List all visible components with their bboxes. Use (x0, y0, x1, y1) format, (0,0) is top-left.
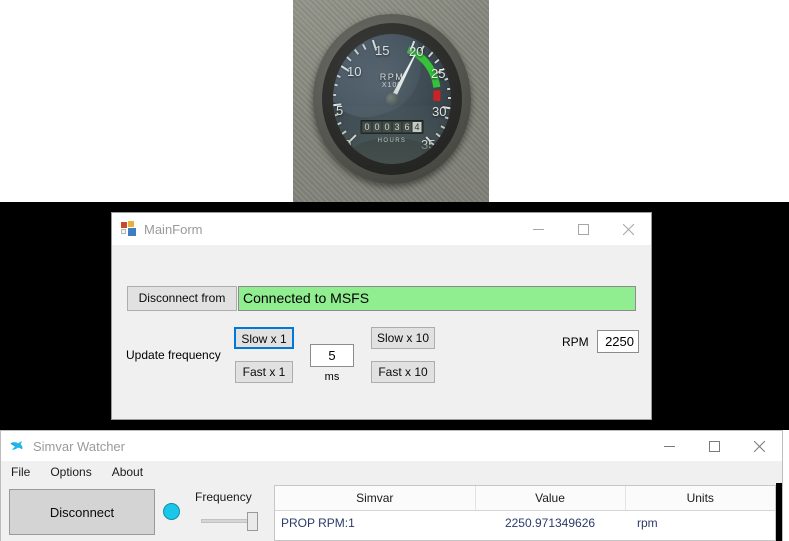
gauge-face: 0 5 10 15 20 25 30 35 RPM X100 0 0 0 (333, 34, 451, 164)
slow-x1-button[interactable]: Slow x 1 (234, 327, 294, 349)
disconnect-button[interactable]: Disconnect (9, 489, 155, 535)
gauge-bezel-outer: 0 5 10 15 20 25 30 35 RPM X100 0 0 0 (313, 14, 471, 184)
aircraft-tachometer-photo: 0 5 10 15 20 25 30 35 RPM X100 0 0 0 (293, 0, 489, 202)
frequency-label: Frequency (195, 490, 252, 504)
minimize-icon[interactable] (647, 431, 692, 461)
mainform-window: MainForm Disconnect from Connected to MS… (111, 212, 652, 420)
mainform-window-buttons (516, 213, 651, 245)
column-header-units[interactable]: Units (625, 486, 775, 511)
gauge-photo-area: 0 5 10 15 20 25 30 35 RPM X100 0 0 0 (0, 0, 789, 202)
cell-units: rpm (625, 511, 775, 536)
table-header-row: Simvar Value Units (275, 486, 775, 511)
minimize-icon[interactable] (516, 213, 561, 245)
fast-x1-button[interactable]: Fast x 1 (235, 361, 293, 383)
simvar-watcher-titlebar[interactable]: Simvar Watcher (1, 431, 782, 461)
menu-item-options[interactable]: Options (47, 464, 94, 480)
close-icon[interactable] (606, 213, 651, 245)
gauge-bezel-inner: 0 5 10 15 20 25 30 35 RPM X100 0 0 0 (322, 23, 462, 175)
maximize-icon[interactable] (561, 213, 606, 245)
menu-item-file[interactable]: File (8, 464, 33, 480)
interval-input[interactable]: 5 (310, 344, 354, 367)
table-scrollbar[interactable] (776, 483, 782, 541)
cell-value: 2250.971349626 (475, 511, 625, 536)
simvar-body: Disconnect Frequency Simvar Value Units (1, 483, 782, 541)
slow-x10-button[interactable]: Slow x 10 (371, 327, 435, 349)
cell-simvar: PROP RPM:1 (275, 511, 475, 536)
frequency-slider[interactable] (201, 510, 263, 532)
simvar-window-buttons (647, 431, 782, 461)
disconnect-from-button[interactable]: Disconnect from (127, 286, 237, 311)
column-header-simvar[interactable]: Simvar (275, 486, 475, 511)
simvar-watcher-title: Simvar Watcher (33, 439, 125, 454)
maximize-icon[interactable] (692, 431, 737, 461)
table-row[interactable]: PROP RPM:1 2250.971349626 rpm (275, 511, 775, 536)
rpm-value-field[interactable]: 2250 (597, 330, 639, 353)
rpm-label: RPM (562, 335, 589, 349)
gauge-glass-haze (333, 106, 451, 165)
mainform-titlebar[interactable]: MainForm (112, 213, 651, 245)
simvar-table: Simvar Value Units PROP RPM:1 2250.97134… (274, 485, 776, 541)
column-header-value[interactable]: Value (475, 486, 625, 511)
simvar-watcher-window: Simvar Watcher File Options About Discon… (0, 430, 783, 541)
connection-indicator (163, 503, 180, 520)
connection-status-field: Connected to MSFS (238, 286, 636, 311)
fast-x10-button[interactable]: Fast x 10 (371, 361, 435, 383)
simvar-menubar: File Options About (1, 461, 782, 483)
menu-item-about[interactable]: About (109, 464, 146, 480)
close-icon[interactable] (737, 431, 782, 461)
bird-icon (9, 438, 25, 454)
winforms-icon (121, 221, 137, 237)
update-frequency-label: Update frequency (126, 348, 221, 362)
frequency-slider-thumb[interactable] (247, 512, 258, 531)
mainform-title: MainForm (144, 222, 203, 237)
mainform-body: Disconnect from Connected to MSFS Update… (112, 245, 651, 419)
interval-units-label: ms (310, 371, 354, 383)
